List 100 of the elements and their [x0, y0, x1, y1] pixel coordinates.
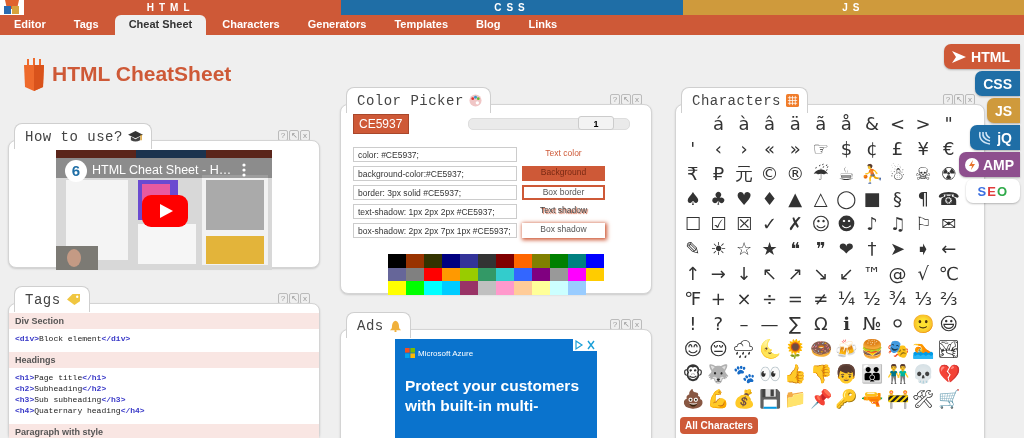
character[interactable]: 👀: [758, 361, 781, 386]
character[interactable]: §: [893, 186, 903, 211]
character[interactable]: &: [864, 111, 879, 136]
character[interactable]: ♣: [710, 186, 727, 211]
character[interactable]: ▲: [788, 186, 803, 211]
character[interactable]: ☠: [915, 161, 932, 186]
character[interactable]: ❞: [815, 236, 826, 261]
color-swatch[interactable]: [460, 281, 478, 295]
character[interactable]: ↑: [685, 261, 701, 286]
character[interactable]: ½: [863, 286, 881, 311]
character[interactable]: ?: [713, 311, 724, 336]
character[interactable]: €: [943, 136, 955, 161]
language-tab[interactable]: CSS: [975, 71, 1020, 96]
character[interactable]: ℹ: [842, 311, 850, 336]
css-code-field[interactable]: border: 3px solid #CE5937;: [353, 185, 517, 200]
character[interactable]: ÷: [762, 286, 778, 311]
nav-tab[interactable]: Characters: [208, 15, 294, 35]
section-label[interactable]: CSS: [494, 2, 530, 13]
character[interactable]: ¾: [888, 286, 907, 311]
character[interactable]: ☐: [684, 211, 701, 236]
color-swatch[interactable]: [442, 254, 460, 268]
language-tab[interactable]: AMP: [958, 152, 1020, 177]
character[interactable]: >: [915, 111, 931, 136]
character[interactable]: ☆: [735, 236, 753, 261]
slider-track[interactable]: 1: [468, 118, 630, 130]
character[interactable]: ã: [815, 111, 827, 136]
color-swatch[interactable]: [406, 281, 424, 295]
color-swatch[interactable]: [550, 281, 568, 295]
character[interactable]: ✎: [685, 236, 701, 261]
character[interactable]: ₽: [712, 161, 725, 186]
character[interactable]: †: [867, 236, 877, 261]
color-swatch[interactable]: [478, 254, 496, 268]
color-swatch[interactable]: [532, 254, 550, 268]
character[interactable]: ⅓: [914, 286, 932, 311]
character[interactable]: ↗: [787, 261, 803, 286]
character[interactable]: =: [787, 286, 803, 311]
character[interactable]: ☃: [889, 161, 906, 186]
color-swatch[interactable]: [532, 281, 550, 295]
character[interactable]: å: [840, 111, 852, 136]
nav-tab[interactable]: Links: [514, 15, 572, 35]
character[interactable]: ☕: [838, 161, 855, 186]
character[interactable]: 🌧: [732, 336, 756, 361]
character[interactable]: Ω: [813, 311, 828, 336]
character[interactable]: ☻: [836, 211, 856, 236]
character[interactable]: «: [764, 136, 776, 161]
character[interactable]: ✗: [787, 211, 803, 236]
character[interactable]: 📌: [809, 386, 832, 411]
character[interactable]: ➤: [890, 236, 906, 261]
character[interactable]: ¼: [837, 286, 856, 311]
character[interactable]: 😃: [939, 311, 959, 336]
more-icon[interactable]: [242, 163, 246, 177]
nav-tab[interactable]: Tags: [59, 15, 113, 35]
character[interactable]: 🎭: [886, 336, 909, 361]
character[interactable]: ⚪: [890, 311, 906, 336]
character[interactable]: ♪: [866, 211, 878, 236]
character[interactable]: ₹: [687, 161, 699, 186]
character[interactable]: +: [710, 286, 726, 311]
character[interactable]: ☒: [735, 211, 753, 236]
character[interactable]: ›: [740, 136, 748, 161]
character[interactable]: ♠: [684, 186, 701, 211]
css-code-field[interactable]: box-shadow: 2px 2px 7px 1px #CE5937;: [353, 223, 517, 238]
character[interactable]: ☺: [811, 211, 831, 236]
character[interactable]: 🐾: [733, 361, 755, 386]
character[interactable]: à: [738, 111, 750, 136]
color-swatch[interactable]: [388, 254, 406, 268]
character[interactable]: ↙: [838, 261, 854, 286]
character[interactable]: ⅔: [940, 286, 958, 311]
character[interactable]: ": [944, 111, 953, 136]
character[interactable]: ®: [786, 161, 805, 186]
hex-value[interactable]: CE5937: [353, 114, 409, 134]
character[interactable]: ♥: [735, 186, 753, 211]
character[interactable]: △: [813, 186, 828, 211]
character[interactable]: â: [764, 111, 776, 136]
character[interactable]: ↘: [813, 261, 829, 286]
all-characters-button[interactable]: All Characters: [680, 417, 758, 434]
character[interactable]: ☀: [710, 236, 727, 261]
section-label[interactable]: HTML: [146, 2, 195, 13]
nav-tab[interactable]: Generators: [293, 15, 381, 35]
character[interactable]: ←: [941, 236, 957, 261]
character[interactable]: ♦: [761, 186, 778, 211]
character[interactable]: —: [760, 311, 779, 336]
character[interactable]: №: [862, 311, 882, 336]
character[interactable]: ■: [863, 186, 881, 211]
play-button-icon[interactable]: [142, 195, 188, 227]
character[interactable]: »: [789, 136, 801, 161]
ad-banner[interactable]: Microsoft Azure Protect your customers with built-in multi-: [395, 339, 597, 438]
character[interactable]: ❤: [838, 236, 854, 261]
character[interactable]: !: [689, 311, 697, 336]
css-code-field[interactable]: background-color:#CE5937;: [353, 166, 517, 181]
character[interactable]: ☞: [812, 136, 829, 161]
color-swatch[interactable]: [568, 281, 586, 295]
character[interactable]: ↓: [736, 261, 752, 286]
character[interactable]: 🐺: [707, 361, 730, 386]
character[interactable]: ∑: [789, 311, 802, 336]
language-tab[interactable]: jQ: [970, 125, 1020, 150]
color-swatch[interactable]: [568, 254, 586, 268]
color-swatch[interactable]: [478, 281, 496, 295]
color-swatch[interactable]: [514, 281, 532, 295]
character[interactable]: 👪: [860, 361, 883, 386]
nav-tab[interactable]: Blog: [462, 15, 515, 35]
